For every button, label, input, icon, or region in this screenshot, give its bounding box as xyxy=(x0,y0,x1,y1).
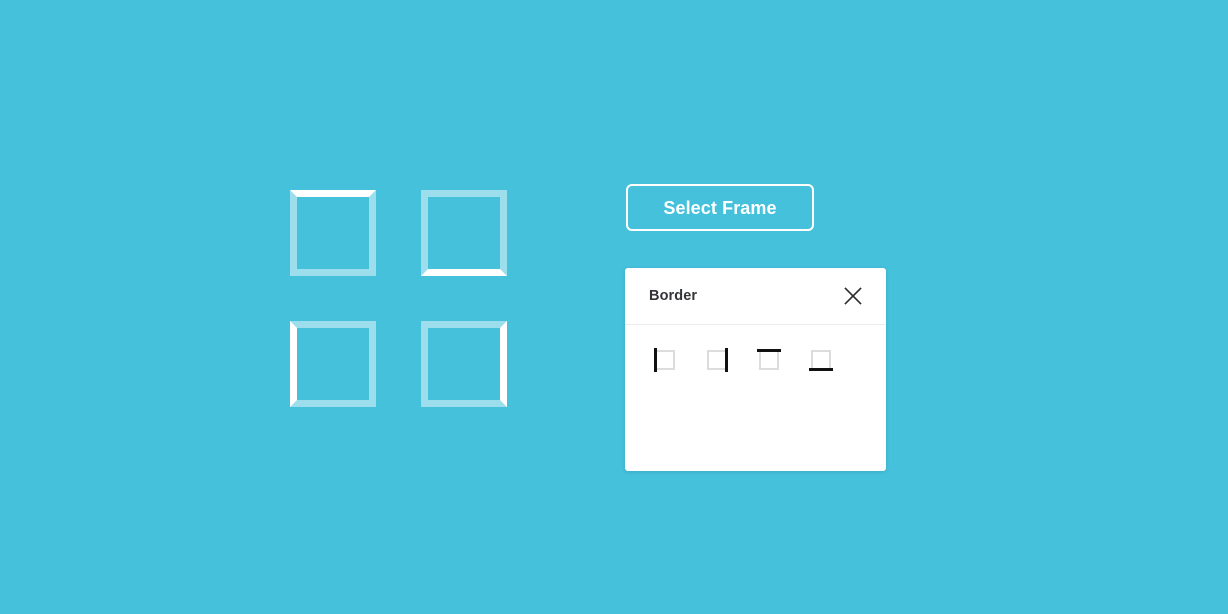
frame-swatch-left[interactable] xyxy=(290,321,376,407)
close-icon[interactable] xyxy=(842,285,864,307)
border-icon-active-edge xyxy=(809,368,833,371)
close-icon-glyph xyxy=(844,287,862,305)
border-right-icon[interactable] xyxy=(707,348,728,372)
border-panel: Border xyxy=(625,268,886,471)
border-icon-active-edge xyxy=(757,349,781,352)
border-icon-outline xyxy=(707,350,727,370)
border-style-options xyxy=(654,348,886,372)
border-panel-header: Border xyxy=(625,268,886,325)
select-frame-button[interactable]: Select Frame xyxy=(626,184,814,231)
canvas-stage: Select Frame Border xyxy=(0,0,1228,614)
frame-swatch-grid xyxy=(290,190,507,407)
frame-swatch-top[interactable] xyxy=(290,190,376,276)
border-panel-body xyxy=(625,325,886,471)
border-left-icon[interactable] xyxy=(654,348,675,372)
frame-swatch-right[interactable] xyxy=(421,321,507,407)
border-icon-active-edge xyxy=(654,348,657,372)
frame-swatch-bottom[interactable] xyxy=(421,190,507,276)
border-icon-active-edge xyxy=(725,348,728,372)
border-bottom-icon[interactable] xyxy=(809,350,833,371)
border-top-icon[interactable] xyxy=(757,349,781,370)
border-panel-title: Border xyxy=(649,287,698,304)
border-icon-outline xyxy=(655,350,675,370)
border-icon-outline xyxy=(759,350,779,370)
border-icon-outline xyxy=(811,350,831,370)
